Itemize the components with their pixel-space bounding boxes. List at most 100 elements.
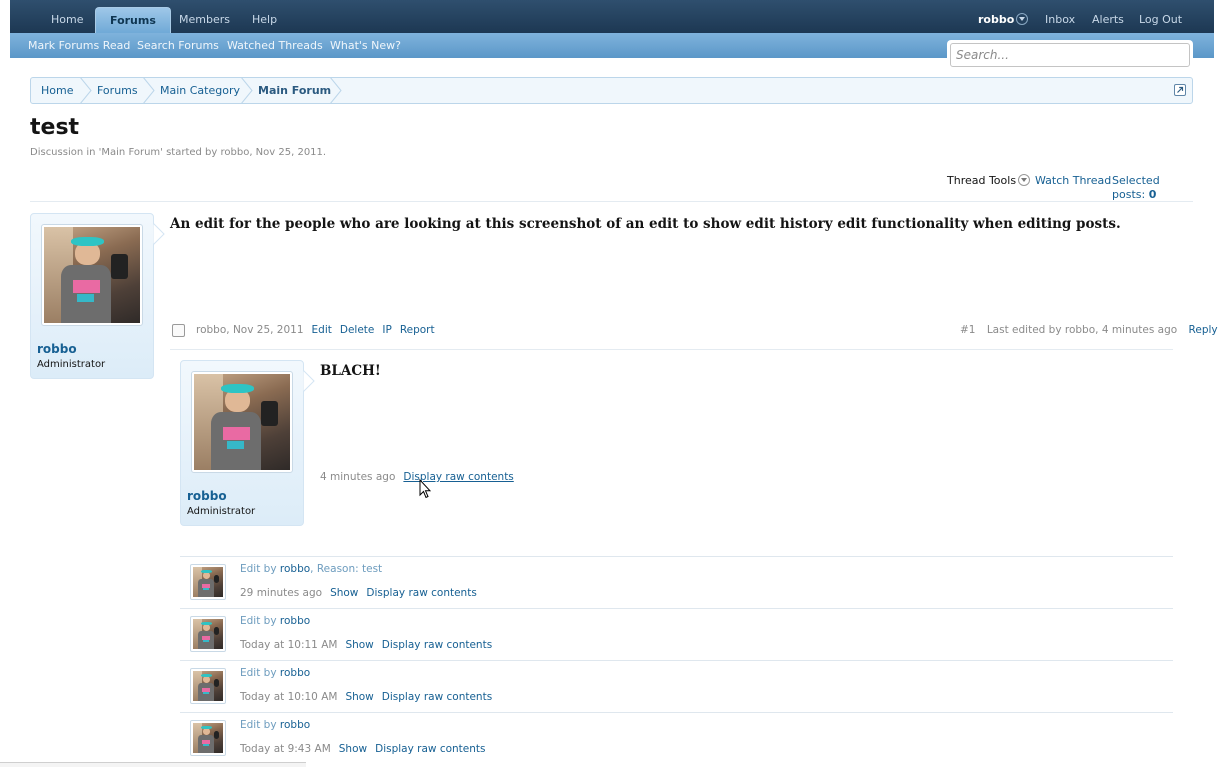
avatar[interactable] xyxy=(190,720,226,756)
history-edit-reason: , Reason: test xyxy=(310,563,383,575)
report-link[interactable]: Report xyxy=(400,324,435,336)
post-author-name[interactable]: robbo xyxy=(37,342,77,356)
history-edit-prefix: Edit by xyxy=(240,667,277,679)
avatar[interactable] xyxy=(190,564,226,600)
user-menu[interactable]: robbo xyxy=(978,0,1029,33)
thread-description: Discussion in 'Main Forum' started by ro… xyxy=(30,147,327,158)
history-edit-user[interactable]: robbo xyxy=(280,667,310,679)
post-user-info: robbo Administrator xyxy=(30,213,154,379)
edit-author-name[interactable]: robbo xyxy=(187,489,227,503)
history-edit-prefix: Edit by xyxy=(240,719,277,731)
history-edit-actions: Today at 10:11 AM Show Display raw content… xyxy=(240,639,492,651)
select-post-checkbox[interactable] xyxy=(172,324,185,337)
breadcrumb-home[interactable]: Home xyxy=(31,78,73,103)
tab-forums[interactable]: Forums xyxy=(95,7,171,34)
history-edit-user[interactable]: robbo xyxy=(280,615,310,627)
show-link[interactable]: Show xyxy=(345,691,373,703)
thread-tools-label: Thread Tools xyxy=(947,174,1017,187)
post-message: An edit for the people who are looking a… xyxy=(170,216,1121,232)
inbox-link[interactable]: Inbox xyxy=(1045,0,1075,33)
speech-arrow-icon xyxy=(303,370,315,392)
search-forums-link[interactable]: Search Forums xyxy=(137,33,219,58)
history-row: Edit by robbo Today at 10:11 AM Show Displ… xyxy=(180,608,1173,660)
display-raw-contents-link[interactable]: Display raw contents xyxy=(375,743,485,755)
history-edit-info: Edit by robbo xyxy=(240,667,310,679)
avatar[interactable] xyxy=(190,616,226,652)
horizontal-scrollbar[interactable] xyxy=(0,762,306,767)
history-edit-time: Today at 10:10 AM xyxy=(240,691,338,703)
user-menu-label: robbo xyxy=(978,13,1015,26)
history-edit-time: Today at 10:11 AM xyxy=(240,639,338,651)
show-link[interactable]: Show xyxy=(330,587,358,599)
breadcrumb-forums[interactable]: Forums xyxy=(87,78,138,103)
avatar-image xyxy=(193,723,223,753)
mouse-cursor-icon xyxy=(419,479,431,499)
chevron-down-icon xyxy=(1016,13,1029,25)
selected-posts: Selected posts: 0 xyxy=(1112,174,1193,202)
history-edit-user[interactable]: robbo xyxy=(280,719,310,731)
avatar-image xyxy=(194,374,290,470)
edit-message: BLACH! xyxy=(320,363,381,379)
history-row: Edit by robbo Today at 10:10 AM Show Displ… xyxy=(180,660,1173,712)
page-title: test xyxy=(30,115,80,140)
avatar[interactable] xyxy=(191,371,293,473)
history-row: Edit by robbo, Reason: test 29 minutes a… xyxy=(180,556,1173,608)
edit-meta: 4 minutes ago Display raw contents xyxy=(320,470,514,484)
thread-tools-bar: Thread Tools Watch Thread Selected posts… xyxy=(30,174,1193,202)
watched-threads-link[interactable]: Watched Threads xyxy=(227,33,323,58)
post-permalink[interactable]: #1 xyxy=(960,324,975,336)
history-edit-info: Edit by robbo xyxy=(240,719,310,731)
breadcrumb-main-category[interactable]: Main Category xyxy=(150,78,240,103)
whats-new-link[interactable]: What's New? xyxy=(330,33,401,58)
display-raw-contents-link[interactable]: Display raw contents xyxy=(382,691,492,703)
ip-link[interactable]: IP xyxy=(382,324,391,336)
thread-tools-menu[interactable]: Thread Tools xyxy=(947,174,1031,188)
history-edit-info: Edit by robbo, Reason: test xyxy=(240,563,382,575)
breadcrumb: Home Forums Main Category Main Forum xyxy=(30,77,1193,104)
history-edit-user[interactable]: robbo xyxy=(280,563,310,575)
selected-posts-count: 0 xyxy=(1148,188,1157,201)
tab-members[interactable]: Members xyxy=(165,0,244,33)
mark-forums-read-link[interactable]: Mark Forums Read xyxy=(28,33,130,58)
site-header: Home Forums Members Help robbo Inbox Ale… xyxy=(10,0,1214,70)
display-raw-contents-link[interactable]: Display raw contents xyxy=(382,639,492,651)
speech-arrow-icon xyxy=(153,223,165,245)
reply-link[interactable]: Reply xyxy=(1189,324,1218,336)
history-row: Edit by robbo Today at 9:43 AM Show Displa… xyxy=(180,712,1173,762)
breadcrumb-main-forum[interactable]: Main Forum xyxy=(248,78,331,103)
show-link[interactable]: Show xyxy=(339,743,367,755)
avatar[interactable] xyxy=(190,668,226,704)
post-author-date: robbo, Nov 25, 2011 xyxy=(196,324,304,336)
post-meta-right: #1 Last edited by robbo, 4 minutes ago R… xyxy=(960,323,1218,337)
avatar-image xyxy=(193,619,223,649)
search-box xyxy=(947,40,1193,70)
post-author-role: Administrator xyxy=(37,359,106,370)
avatar-image xyxy=(193,567,223,597)
history-edit-time: Today at 9:43 AM xyxy=(240,743,331,755)
history-edit-prefix: Edit by xyxy=(240,615,277,627)
watch-thread-link[interactable]: Watch Thread xyxy=(1035,174,1111,188)
alerts-link[interactable]: Alerts xyxy=(1092,0,1124,33)
edit-time: 4 minutes ago xyxy=(320,471,396,483)
tab-help[interactable]: Help xyxy=(238,0,291,33)
display-raw-contents-link[interactable]: Display raw contents xyxy=(366,587,476,599)
avatar-image xyxy=(44,227,140,323)
search-input[interactable] xyxy=(950,43,1190,67)
chevron-down-icon xyxy=(1018,174,1031,186)
show-link[interactable]: Show xyxy=(345,639,373,651)
history-edit-actions: Today at 10:10 AM Show Display raw content… xyxy=(240,691,492,703)
edit-author-role: Administrator xyxy=(187,506,256,517)
history-edit-actions: Today at 9:43 AM Show Display raw contents xyxy=(240,743,486,755)
divider xyxy=(170,349,1173,350)
edit-link[interactable]: Edit xyxy=(312,324,332,336)
breadcrumb-separator-icon xyxy=(329,77,342,104)
logout-link[interactable]: Log Out xyxy=(1139,0,1182,33)
avatar-image xyxy=(193,671,223,701)
history-edit-info: Edit by robbo xyxy=(240,615,310,627)
tab-home[interactable]: Home xyxy=(37,0,97,33)
edit-user-info: robbo Administrator xyxy=(180,360,304,526)
jump-menu-icon[interactable] xyxy=(1174,84,1186,96)
avatar[interactable] xyxy=(41,224,143,326)
delete-link[interactable]: Delete xyxy=(340,324,375,336)
last-edited-info: Last edited by robbo, 4 minutes ago xyxy=(986,324,1178,336)
